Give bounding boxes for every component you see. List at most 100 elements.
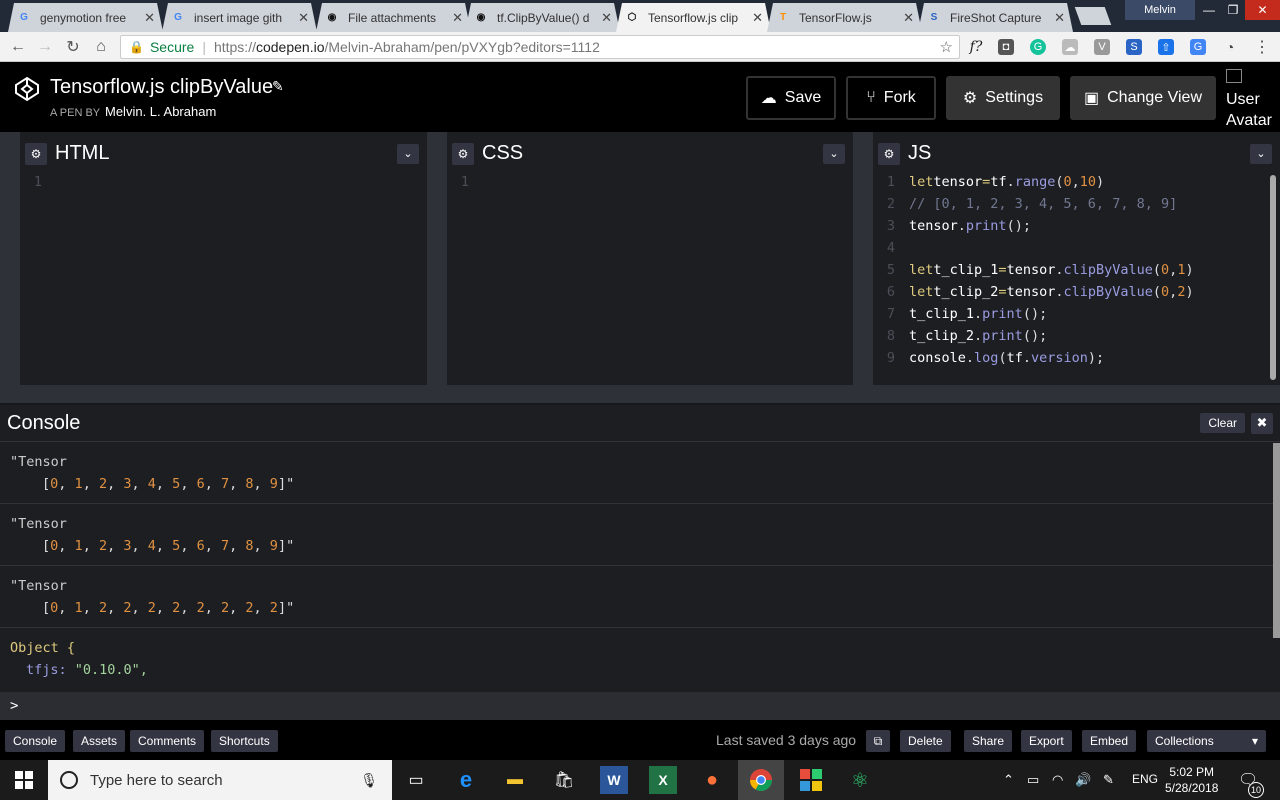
pen-workspace-icon[interactable]: ✎	[1103, 772, 1114, 788]
browser-tab[interactable]: Ggenymotion free ✕	[8, 3, 163, 32]
delete-button[interactable]: Delete	[900, 730, 951, 752]
fireshot-extension-icon[interactable]: S	[1126, 39, 1142, 55]
profile-button[interactable]: Melvin	[1125, 0, 1195, 20]
task-view-icon[interactable]: ▭	[402, 766, 430, 794]
html-code-area[interactable]: 1	[20, 171, 427, 385]
browser-tab[interactable]: S FireShot Capture ✕	[918, 3, 1073, 32]
author-link[interactable]: Melvin. L. Abraham	[105, 104, 216, 119]
close-console-icon[interactable]: ✖	[1251, 412, 1273, 434]
js-editor-scrollbar[interactable]	[1270, 175, 1276, 380]
chrome-menu-icon[interactable]: ⋮	[1254, 39, 1270, 56]
translate-extension-icon[interactable]: G	[1190, 39, 1206, 55]
browser-tab[interactable]: Ginsert image gith ✕	[162, 3, 317, 32]
tab-close-icon[interactable]: ✕	[298, 10, 309, 26]
cloud-extension-icon[interactable]: ☁	[1062, 39, 1078, 55]
speed-extension-icon[interactable]: ◔	[1222, 39, 1238, 55]
browser-tab[interactable]: T TensorFlow.js ✕	[767, 3, 922, 32]
console-scrollbar[interactable]	[1273, 443, 1280, 638]
editor-resizer-left[interactable]	[0, 132, 20, 385]
tab-close-icon[interactable]: ✕	[601, 10, 612, 26]
js-code-area[interactable]: 1 let tensor = tf. range(0, 10) 2// [0, 1,…	[873, 171, 1280, 385]
restore-button[interactable]: ❐	[1221, 0, 1245, 20]
secure-label: Secure	[149, 39, 195, 55]
share-button[interactable]: Share	[964, 730, 1013, 752]
css-editor-title: CSS	[482, 142, 524, 164]
settings-button[interactable]: ⚙ Settings	[946, 76, 1060, 120]
window-close-button[interactable]: ✕	[1245, 0, 1280, 20]
css-settings-gear-icon[interactable]: ⚙	[452, 142, 474, 165]
console-input[interactable]: >	[0, 692, 1280, 720]
volume-icon[interactable]: 🔊	[1075, 772, 1091, 788]
tray-expand-icon[interactable]: ⌃	[1003, 772, 1014, 788]
editor-resizer-1[interactable]	[427, 132, 447, 385]
fork-button[interactable]: ⑂ Fork	[846, 76, 936, 120]
html-chevron-down-icon[interactable]: ⌄	[397, 143, 419, 164]
language-indicator[interactable]: ENG	[1132, 772, 1158, 786]
address-bar[interactable]: 🔒 Secure | https:// codepen.io /Melvin-A…	[120, 35, 960, 59]
collections-dropdown[interactable]: Collections ▾	[1147, 730, 1266, 752]
atom-icon[interactable]: ⚛	[846, 766, 874, 794]
pen-title[interactable]: Tensorflow.js clipByValue	[50, 76, 273, 99]
export-button[interactable]: Export	[1021, 730, 1072, 752]
tab-close-icon[interactable]: ✕	[144, 10, 155, 26]
formula-extension-icon[interactable]: f?	[968, 39, 984, 55]
clear-console-button[interactable]: Clear	[1200, 413, 1245, 433]
change-view-button[interactable]: ▣ Change View	[1070, 76, 1216, 120]
microphone-icon[interactable]: 🎙	[360, 772, 378, 789]
home-icon[interactable]: ⌂	[91, 37, 111, 57]
bookmark-star-icon[interactable]: ☆	[940, 38, 953, 56]
footer-tab-shortcuts[interactable]: Shortcuts	[211, 730, 278, 752]
embed-button[interactable]: Embed	[1082, 730, 1137, 752]
codepen-icon: ⬡	[627, 12, 637, 23]
save-button[interactable]: ☁ Save	[746, 76, 836, 120]
browser-tab[interactable]: ◉ tf.ClipByValue() d ✕	[465, 3, 620, 32]
css-code-area[interactable]: 1	[447, 171, 853, 385]
taskbar-clock[interactable]: 5:02 PM 5/28/2018	[1165, 764, 1218, 796]
tab-close-icon[interactable]: ✕	[452, 10, 463, 26]
grammarly-icon[interactable]: G	[1030, 39, 1046, 55]
footer-tab-comments[interactable]: Comments	[130, 730, 205, 752]
editor-resizer-2[interactable]	[853, 132, 873, 385]
firefox-icon[interactable]: ●	[698, 766, 726, 794]
open-external-icon[interactable]: ⧉	[866, 730, 890, 752]
footer-tab-assets[interactable]: Assets	[73, 730, 126, 752]
css-chevron-down-icon[interactable]: ⌄	[823, 143, 845, 164]
edit-title-icon[interactable]: ✎	[272, 78, 284, 95]
user-avatar[interactable]: User Avatar	[1226, 68, 1272, 131]
tab-close-icon[interactable]: ✕	[903, 10, 914, 26]
console-resize-bar[interactable]	[0, 385, 1280, 405]
chrome-icon[interactable]	[747, 766, 775, 794]
extension-icon[interactable]: ◘	[998, 39, 1014, 55]
js-chevron-down-icon[interactable]: ⌄	[1250, 143, 1272, 164]
codepen-logo-icon[interactable]	[14, 76, 40, 102]
file-explorer-icon[interactable]: ▬	[501, 766, 529, 794]
pen-by-line: A PEN BY Melvin. L. Abraham	[50, 104, 216, 119]
start-button[interactable]	[0, 760, 48, 800]
cloud-icon: ☁	[760, 90, 777, 107]
new-tab-button[interactable]	[1074, 7, 1112, 25]
word-icon[interactable]: W	[600, 766, 628, 794]
browser-tab[interactable]: ⬡ Tensorflow.js clip ✕	[616, 3, 771, 32]
taskbar-search[interactable]: Type here to search 🎙	[48, 760, 392, 800]
edge-icon[interactable]: e	[452, 766, 480, 794]
vuejs-extension-icon[interactable]: V	[1094, 39, 1110, 55]
tab-close-icon[interactable]: ✕	[752, 10, 763, 26]
minimize-button[interactable]: —	[1197, 0, 1221, 20]
bookmark-extension-icon[interactable]: ⇧	[1158, 39, 1174, 55]
battery-icon[interactable]: ▭	[1027, 772, 1039, 788]
footer-tab-console[interactable]: Console	[5, 730, 66, 752]
office-icon[interactable]	[797, 766, 825, 794]
store-icon[interactable]: 🛍	[550, 766, 578, 794]
back-icon[interactable]: ←	[8, 37, 28, 57]
reload-icon[interactable]: ↻	[63, 37, 83, 57]
html-settings-gear-icon[interactable]: ⚙	[25, 142, 47, 165]
tab-close-icon[interactable]: ✕	[1054, 10, 1065, 26]
wifi-icon[interactable]: ◠	[1052, 772, 1063, 788]
browser-tab[interactable]: ◉ File attachments ✕	[316, 3, 471, 32]
forward-icon[interactable]: →	[35, 37, 55, 57]
tensorflow-icon: T	[779, 12, 787, 23]
excel-icon[interactable]: X	[649, 766, 677, 794]
js-settings-gear-icon[interactable]: ⚙	[878, 142, 900, 165]
line-number: 1	[460, 174, 469, 190]
js-editor-header: ⚙ JS ⌄	[873, 137, 1280, 170]
